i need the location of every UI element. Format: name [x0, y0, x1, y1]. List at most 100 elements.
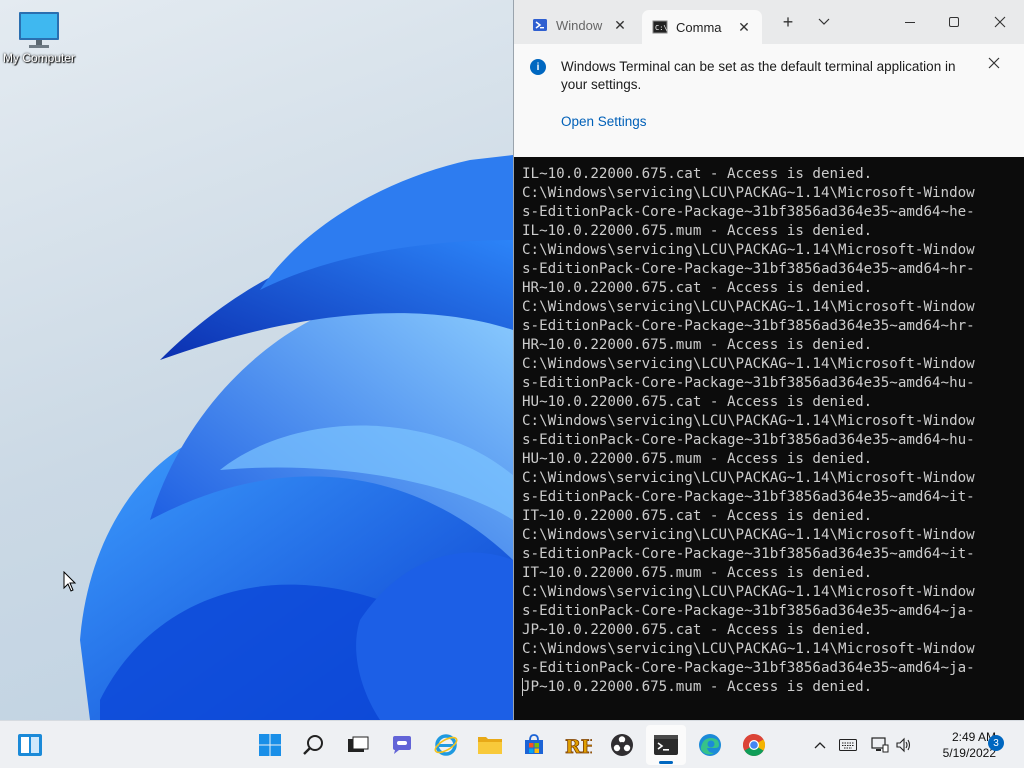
internet-explorer-icon	[434, 734, 458, 756]
minimize-button[interactable]	[892, 8, 928, 36]
console-line: JP~10.0.22000.675.mum - Access is denied…	[522, 679, 873, 695]
edge-icon	[699, 734, 721, 756]
clock-time: 2:49 AM	[951, 730, 996, 744]
network-status[interactable]	[868, 733, 892, 757]
console-line: JP~10.0.22000.675.cat - Access is denied…	[522, 622, 873, 638]
open-settings-link[interactable]: Open Settings	[561, 114, 647, 129]
console-line: C:\Windows\servicing\LCU\PACKAG~1.14\Mic…	[522, 242, 975, 258]
console-line: C:\Windows\servicing\LCU\PACKAG~1.14\Mic…	[522, 299, 975, 315]
title-bar[interactable]: Window ✕ C:\ Comma ✕ +	[514, 0, 1024, 44]
input-indicator[interactable]	[836, 733, 860, 757]
close-tab-icon[interactable]: ✕	[612, 17, 628, 34]
console-line: s-EditionPack-Core-Package~31bf3856ad364…	[522, 204, 975, 220]
console-line: C:\Windows\servicing\LCU\PACKAG~1.14\Mic…	[522, 527, 975, 543]
widgets-button[interactable]	[10, 725, 50, 765]
store-icon	[525, 734, 543, 754]
console-line: HU~10.0.22000.675.mum - Access is denied…	[522, 451, 873, 467]
console-line: IT~10.0.22000.675.mum - Access is denied…	[522, 565, 873, 581]
tab-powershell[interactable]: Window ✕	[522, 10, 638, 40]
clock[interactable]: 2:49 AM 5/19/2022	[918, 729, 996, 761]
chrome-button[interactable]	[734, 725, 774, 765]
tab-command-prompt[interactable]: C:\ Comma ✕	[642, 10, 762, 44]
microsoft-store-button[interactable]	[514, 725, 554, 765]
obs-icon	[611, 734, 633, 756]
clock-date: 5/19/2022	[942, 746, 996, 760]
show-hidden-icons-button[interactable]	[808, 733, 832, 757]
desktop-icon-my-computer[interactable]: My Computer	[2, 8, 76, 65]
maximize-icon	[949, 17, 959, 27]
console-output[interactable]: IL~10.0.22000.675.cat - Access is denied…	[522, 165, 1012, 710]
default-terminal-infobar: i Windows Terminal can be set as the def…	[514, 44, 1024, 157]
console-line: s-EditionPack-Core-Package~31bf3856ad364…	[522, 489, 975, 505]
chrome-icon	[743, 734, 765, 756]
console-line: C:\Windows\servicing\LCU\PACKAG~1.14\Mic…	[522, 185, 975, 201]
console-line: HU~10.0.22000.675.cat - Access is denied…	[522, 394, 873, 410]
teams-chat-button[interactable]	[382, 725, 422, 765]
resource-hacker-button[interactable]: RH	[558, 725, 598, 765]
text-cursor	[522, 678, 523, 696]
volume-button[interactable]	[892, 733, 916, 757]
terminal-window[interactable]: Window ✕ C:\ Comma ✕ + i Windows Termina…	[513, 0, 1024, 720]
powershell-icon	[533, 19, 547, 31]
console-line: C:\Windows\servicing\LCU\PACKAG~1.14\Mic…	[522, 470, 975, 486]
console-line: s-EditionPack-Core-Package~31bf3856ad364…	[522, 660, 975, 676]
network-icon	[871, 737, 889, 753]
volume-icon	[896, 737, 911, 753]
console-line: s-EditionPack-Core-Package~31bf3856ad364…	[522, 432, 975, 448]
svg-text:RH: RH	[565, 736, 592, 757]
console-line: s-EditionPack-Core-Package~31bf3856ad364…	[522, 375, 975, 391]
console-line: HR~10.0.22000.675.mum - Access is denied…	[522, 337, 873, 353]
console-line: C:\Windows\servicing\LCU\PACKAG~1.14\Mic…	[522, 413, 975, 429]
new-tab-button[interactable]: +	[770, 8, 806, 36]
search-button[interactable]	[294, 725, 334, 765]
widgets-icon	[18, 734, 42, 756]
edge-button[interactable]	[690, 725, 730, 765]
console-line: IL~10.0.22000.675.mum - Access is denied…	[522, 223, 873, 239]
console-line: HR~10.0.22000.675.cat - Access is denied…	[522, 280, 873, 296]
console-line: s-EditionPack-Core-Package~31bf3856ad364…	[522, 261, 975, 277]
minimize-icon	[905, 22, 915, 23]
chat-icon	[393, 736, 411, 754]
task-view-button[interactable]	[338, 725, 378, 765]
internet-explorer-button[interactable]	[426, 725, 466, 765]
tab-label: Comma	[676, 19, 722, 35]
info-icon: i	[530, 59, 546, 75]
notification-count-badge[interactable]: 3	[988, 735, 1004, 751]
infobar-message: Windows Terminal can be set as the defau…	[561, 59, 956, 92]
terminal-icon	[654, 735, 678, 755]
close-tab-icon[interactable]: ✕	[736, 19, 752, 36]
infobar-close-button[interactable]	[988, 56, 1000, 74]
console-line: C:\Windows\servicing\LCU\PACKAG~1.14\Mic…	[522, 641, 975, 657]
close-icon	[994, 16, 1006, 28]
console-line: s-EditionPack-Core-Package~31bf3856ad364…	[522, 546, 975, 562]
console-line: C:\Windows\servicing\LCU\PACKAG~1.14\Mic…	[522, 356, 975, 372]
terminal-button[interactable]	[646, 725, 686, 765]
search-icon	[303, 735, 323, 755]
maximize-button[interactable]	[936, 8, 972, 36]
resource-hacker-icon: RH	[565, 736, 592, 757]
desktop-icon-label: My Computer	[2, 51, 76, 65]
console-line: C:\Windows\servicing\LCU\PACKAG~1.14\Mic…	[522, 584, 975, 600]
windows-logo-icon	[259, 734, 281, 756]
console-line: IL~10.0.22000.675.cat - Access is denied…	[522, 166, 873, 182]
tab-label: Window	[556, 17, 603, 33]
taskbar: RH 2:49 AM 5/19/2022	[0, 720, 1024, 768]
console-line: s-EditionPack-Core-Package~31bf3856ad364…	[522, 318, 975, 334]
tab-dropdown-button[interactable]	[806, 8, 842, 36]
chevron-down-icon	[818, 18, 830, 25]
start-button[interactable]	[250, 725, 290, 765]
obs-button[interactable]	[602, 725, 642, 765]
keyboard-icon	[839, 739, 857, 751]
file-explorer-button[interactable]	[470, 725, 510, 765]
mouse-cursor-icon	[63, 571, 77, 592]
svg-text:C:\: C:\	[655, 24, 668, 32]
folder-icon	[478, 737, 502, 754]
computer-icon	[19, 12, 59, 48]
close-window-button[interactable]	[982, 8, 1018, 36]
close-icon	[988, 57, 1000, 69]
console-line: IT~10.0.22000.675.cat - Access is denied…	[522, 508, 873, 524]
task-view-icon	[348, 736, 369, 752]
console-line: s-EditionPack-Core-Package~31bf3856ad364…	[522, 603, 975, 619]
cmd-icon: C:\	[652, 20, 668, 34]
chevron-up-icon	[814, 742, 826, 749]
